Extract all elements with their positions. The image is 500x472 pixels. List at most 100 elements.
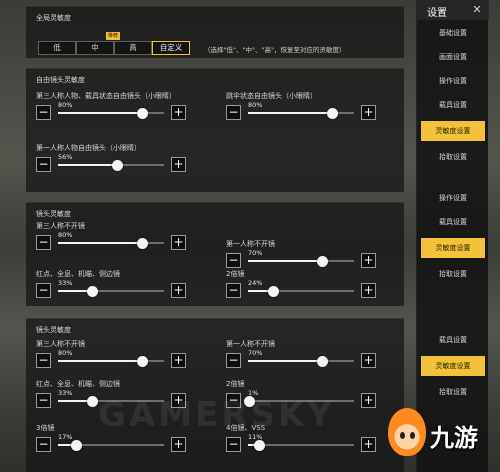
sidebar-item-vehicle-3[interactable]: 载具设置	[421, 330, 485, 350]
slider-handle[interactable]	[70, 439, 82, 451]
sidebar-item-sensitivity[interactable]: 灵敏度设置	[421, 121, 485, 141]
decrease-button[interactable]: −	[226, 253, 241, 268]
slider-label: 跳伞状态自由镜头（小眼睛）	[226, 92, 317, 100]
slider-label: 3倍镜	[36, 424, 55, 432]
increase-button[interactable]: +	[171, 283, 186, 298]
sidebar-item-controls-2[interactable]: 操作设置	[421, 188, 485, 208]
slider-value: 33%	[58, 279, 73, 287]
preset-low-button[interactable]: 低	[38, 41, 76, 55]
slider-fill	[58, 242, 143, 244]
mascot-eye-left	[400, 432, 405, 439]
slider-value: 80%	[58, 349, 73, 357]
slider-value: 80%	[248, 101, 263, 109]
decrease-button[interactable]: −	[36, 157, 51, 172]
slider-track[interactable]	[248, 285, 354, 297]
slider-track[interactable]	[248, 439, 354, 451]
sidebar-title: 设置	[427, 8, 447, 19]
decrease-button[interactable]: −	[226, 105, 241, 120]
scope-sensitivity-panel: 镜头灵敏度 第三人称不开镜 −80% + 第一人称不开镜 −70% + 红点、全息、机瞄、侧…	[26, 202, 404, 306]
decrease-button[interactable]: −	[226, 283, 241, 298]
decrease-button[interactable]: −	[36, 353, 51, 368]
slider-fill	[58, 360, 143, 362]
slider-track[interactable]	[58, 285, 164, 297]
increase-button[interactable]: +	[171, 437, 186, 452]
sidebar-item-controls[interactable]: 操作设置	[421, 71, 485, 91]
slider-value: 17%	[58, 433, 73, 441]
jiuyou-logo: 九游	[384, 408, 488, 458]
slider-label: 第一人称不开镜	[226, 240, 275, 248]
slider-handle[interactable]	[137, 107, 149, 119]
increase-button[interactable]: +	[361, 105, 376, 120]
increase-button[interactable]: +	[171, 353, 186, 368]
close-icon[interactable]: ✕	[469, 2, 485, 18]
slider-handle[interactable]	[111, 159, 123, 171]
increase-button[interactable]: +	[361, 393, 376, 408]
slider-track[interactable]	[58, 439, 164, 451]
slider-track[interactable]	[248, 255, 354, 267]
slider-handle[interactable]	[137, 237, 149, 249]
preset-hint: （选择"低"、"中"、"高"，恢复至对应的灵敏度）	[204, 46, 346, 54]
sidebar-item-pickup-2[interactable]: 拾取设置	[421, 264, 485, 284]
slider-value: 24%	[248, 279, 263, 287]
decrease-button[interactable]: −	[36, 283, 51, 298]
slider-track[interactable]	[248, 107, 354, 119]
increase-button[interactable]: +	[171, 235, 186, 250]
decrease-button[interactable]: −	[36, 235, 51, 250]
slider-fill	[58, 112, 143, 114]
slider-track[interactable]	[58, 159, 164, 171]
slider-fill	[58, 164, 118, 166]
increase-button[interactable]: +	[361, 283, 376, 298]
decrease-button[interactable]: −	[36, 393, 51, 408]
slider-value: 80%	[58, 231, 73, 239]
scope-sensitivity-title: 镜头灵敏度	[36, 210, 71, 218]
sidebar-item-sensitivity-2[interactable]: 灵敏度设置	[421, 238, 485, 258]
decrease-button[interactable]: −	[36, 437, 51, 452]
sidebar-header: 设置 ✕	[417, 0, 489, 20]
free-look-title: 自由镜头灵敏度	[36, 76, 85, 84]
scope-sensitivity-title-2: 镜头灵敏度	[36, 326, 71, 334]
slider-handle[interactable]	[137, 355, 149, 367]
preset-mid-button[interactable]: 中	[76, 41, 114, 55]
screenshot-strip-2: 镜头灵敏度 第三人称不开镜 −80% + 第一人称不开镜 −70% + 红点、全息、机瞄、侧…	[0, 198, 410, 310]
mascot-eye-right	[410, 432, 415, 439]
increase-button[interactable]: +	[361, 253, 376, 268]
sidebar-item-pickup[interactable]: 拾取设置	[421, 147, 485, 167]
slider-handle[interactable]	[87, 395, 99, 407]
slider-track[interactable]	[58, 107, 164, 119]
slider-label: 红点、全息、机瞄、侧边镜	[36, 380, 120, 388]
increase-button[interactable]: +	[361, 437, 376, 452]
increase-button[interactable]: +	[171, 157, 186, 172]
decrease-button[interactable]: −	[226, 437, 241, 452]
sidebar-item-graphics[interactable]: 画面设置	[421, 47, 485, 67]
decrease-button[interactable]: −	[36, 105, 51, 120]
slider-track[interactable]	[248, 355, 354, 367]
slider-handle[interactable]	[316, 355, 328, 367]
slider-handle[interactable]	[316, 255, 328, 267]
sidebar-item-vehicle[interactable]: 载具设置	[421, 95, 485, 115]
decrease-button[interactable]: −	[226, 353, 241, 368]
slider-value: 70%	[248, 249, 263, 257]
recommended-tag: 推荐	[106, 32, 121, 40]
slider-track[interactable]	[58, 237, 164, 249]
increase-button[interactable]: +	[171, 105, 186, 120]
preset-high-button[interactable]: 高	[114, 41, 152, 55]
preset-custom-button[interactable]: 自定义	[152, 41, 190, 55]
sidebar-item-vehicle-2[interactable]: 载具设置	[421, 212, 485, 232]
slider-handle[interactable]	[254, 439, 266, 451]
screenshot-strip-1: 全局灵敏度 推荐 低 中 高 自定义 （选择"低"、"中"、"高"，恢复至对应的…	[0, 0, 410, 196]
slider-handle[interactable]	[87, 285, 99, 297]
slider-handle[interactable]	[267, 285, 279, 297]
slider-label: 第三人称不开镜	[36, 222, 85, 230]
sidebar-item-basic[interactable]: 基础设置	[421, 23, 485, 43]
slider-fill	[248, 112, 333, 114]
slider-handle[interactable]	[327, 107, 339, 119]
increase-button[interactable]: +	[361, 353, 376, 368]
slider-fill	[248, 260, 323, 262]
slider-label: 红点、全息、机瞄、侧边镜	[36, 270, 120, 278]
slider-label: 第三人称不开镜	[36, 340, 85, 348]
slider-track[interactable]	[58, 355, 164, 367]
sidebar-item-pickup-3[interactable]: 拾取设置	[421, 382, 485, 402]
global-sensitivity-panel: 全局灵敏度 推荐 低 中 高 自定义 （选择"低"、"中"、"高"，恢复至对应的…	[26, 6, 404, 58]
settings-sidebar: 设置 ✕ 基础设置 画面设置 操作设置 载具设置 灵敏度设置 拾取设置 操作设置…	[416, 0, 489, 472]
sidebar-item-sensitivity-3[interactable]: 灵敏度设置	[421, 356, 485, 376]
